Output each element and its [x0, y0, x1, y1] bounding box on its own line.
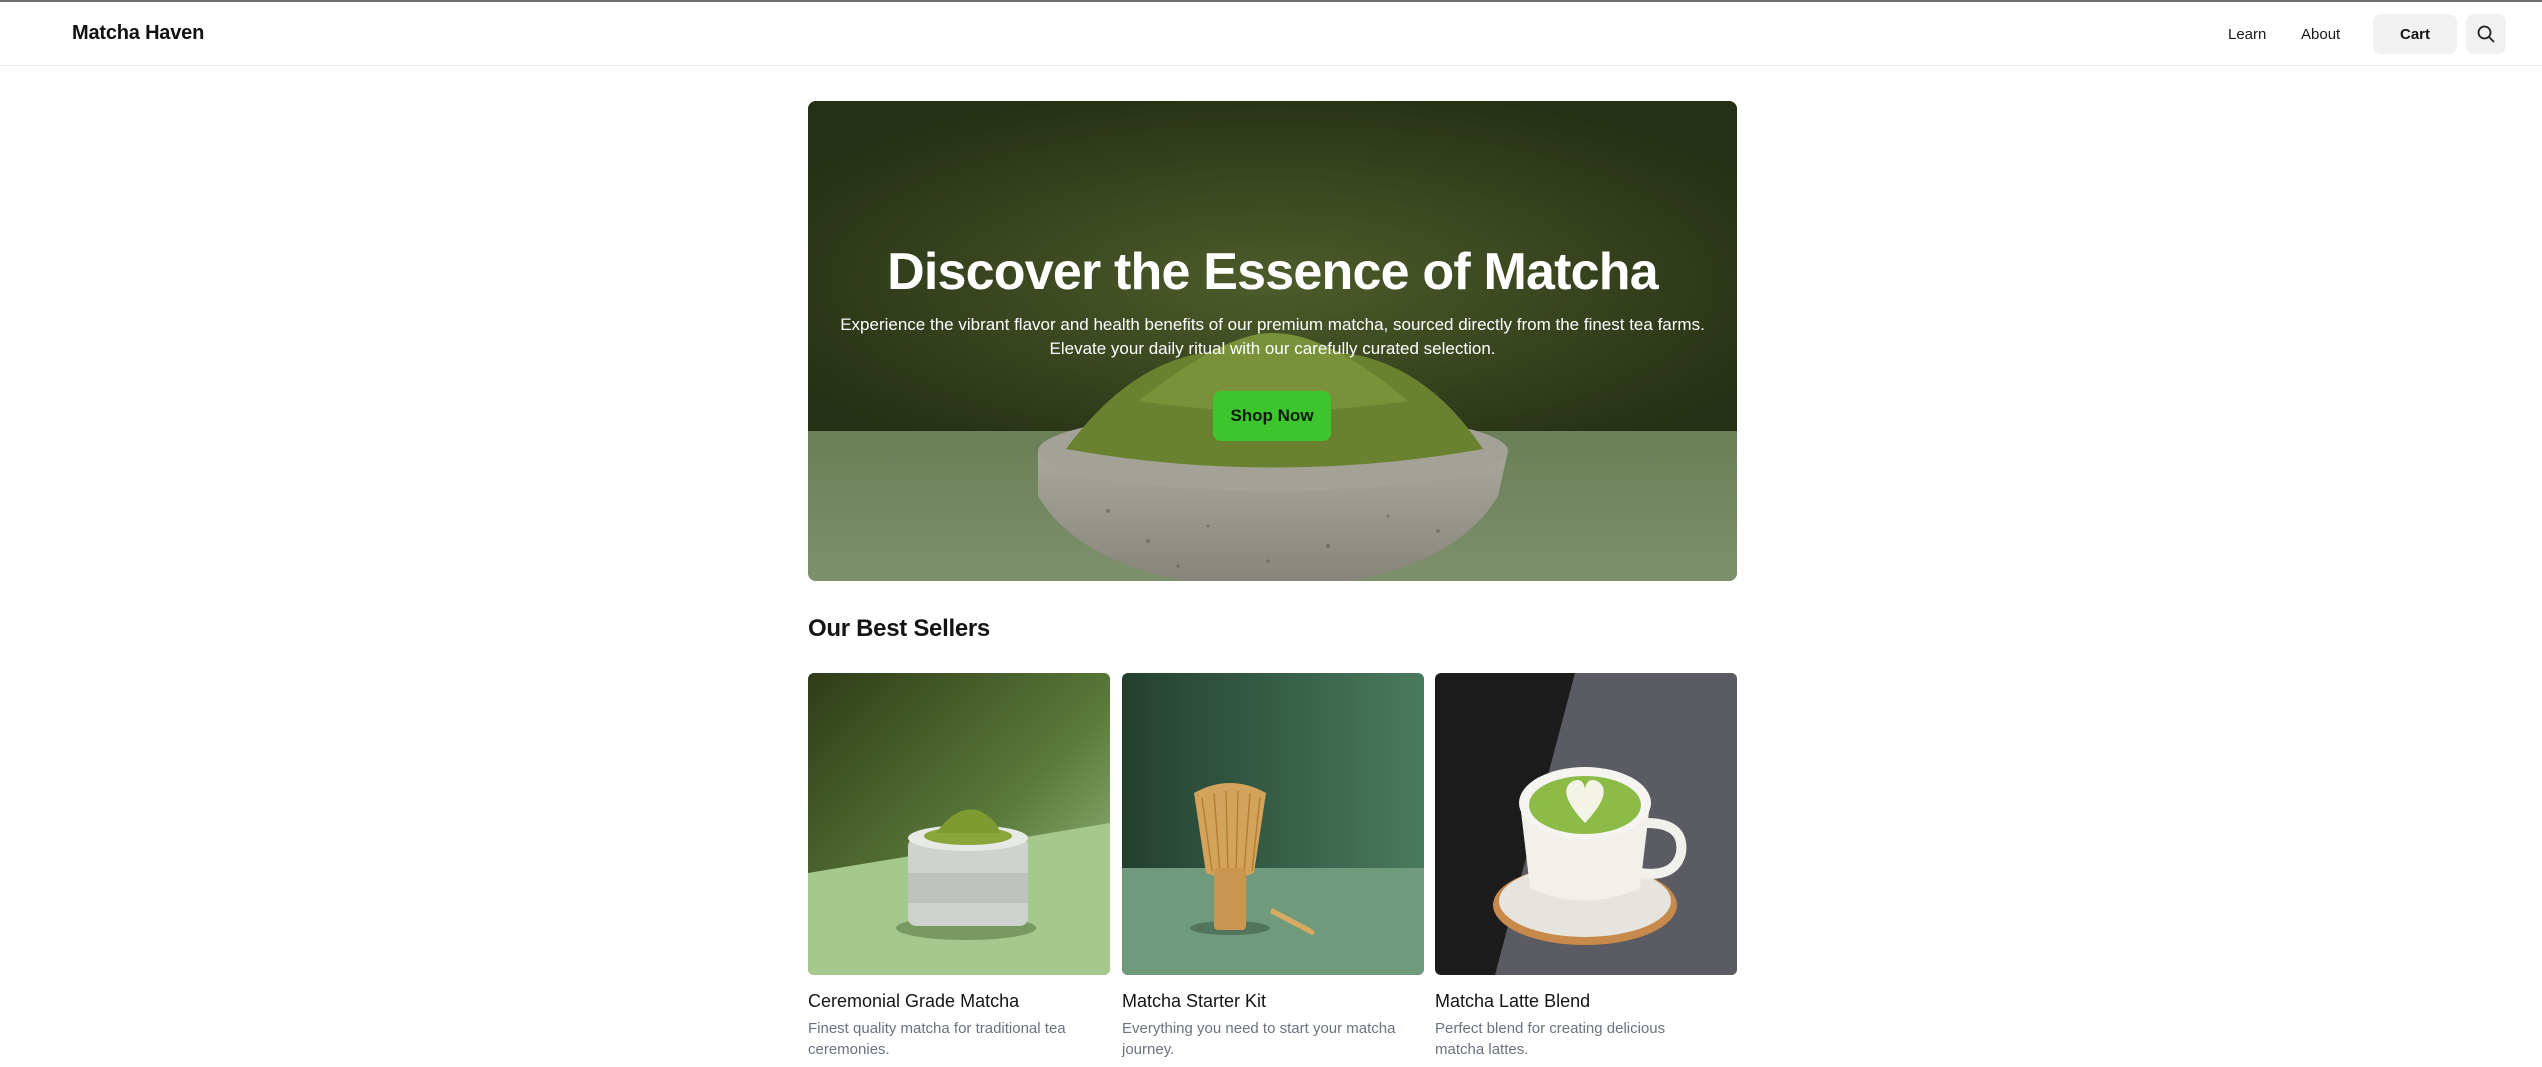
- search-button[interactable]: [2466, 14, 2506, 54]
- product-title[interactable]: Ceremonial Grade Matcha: [808, 991, 1110, 1012]
- shop-now-button[interactable]: Shop Now: [1213, 391, 1331, 441]
- product-description: Everything you need to start your matcha…: [1122, 1020, 1396, 1058]
- product-image-matcha-latte: [1435, 673, 1737, 975]
- product-description: Perfect blend for creating delicious mat…: [1435, 1020, 1666, 1058]
- cart-button[interactable]: Cart: [2373, 14, 2457, 54]
- top-navigation-bar: Matcha Haven Learn About Cart: [0, 0, 2542, 66]
- product-image-matcha-tin: [808, 673, 1110, 975]
- product-description: Finest quality matcha for traditional te…: [808, 1020, 1066, 1058]
- product-title[interactable]: Matcha Starter Kit: [1122, 991, 1424, 1012]
- best-sellers-heading: Our Best Sellers: [808, 615, 990, 642]
- nav-link-about[interactable]: About: [2301, 26, 2340, 43]
- brand-logo[interactable]: Matcha Haven: [72, 22, 204, 45]
- hero-banner: Discover the Essence of Matcha Experienc…: [808, 101, 1737, 581]
- product-title[interactable]: Matcha Latte Blend: [1435, 991, 1737, 1012]
- hero-subtitle: Experience the vibrant flavor and health…: [840, 315, 1705, 358]
- nav-link-learn[interactable]: Learn: [2228, 26, 2266, 43]
- search-icon: [2477, 25, 2495, 43]
- product-card-latte-blend[interactable]: Matcha Latte Blend Perfect blend for cre…: [1435, 673, 1737, 1060]
- product-image-bamboo-whisk: [1122, 673, 1424, 975]
- product-card-starter-kit[interactable]: Matcha Starter Kit Everything you need t…: [1122, 673, 1424, 1060]
- product-card-ceremonial[interactable]: Ceremonial Grade Matcha Finest quality m…: [808, 673, 1110, 1060]
- hero-title: Discover the Essence of Matcha: [887, 243, 1659, 301]
